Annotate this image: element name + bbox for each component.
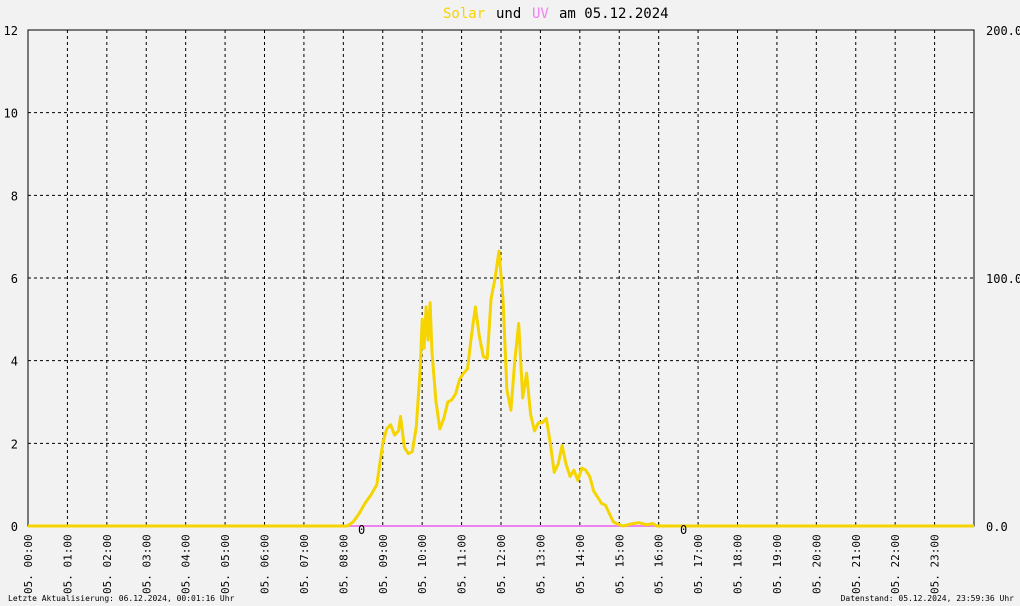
marker-0-left: 0	[358, 523, 365, 537]
x-tick-label: 05. 17:00	[692, 534, 705, 594]
x-tick-label: 05. 16:00	[653, 534, 666, 594]
x-tick-label: 05. 06:00	[259, 534, 272, 594]
x-tick-label: 05. 20:00	[810, 534, 823, 594]
y-left-tick-label: 8	[11, 189, 18, 203]
x-tick-label: 05. 11:00	[456, 534, 469, 594]
x-tick-label: 05. 21:00	[850, 534, 863, 594]
y-axis-right: 0.0 100.0 200.0	[986, 24, 1020, 534]
title-uv: UV	[532, 6, 549, 22]
footer-data-status: Datenstand: 05.12.2024, 23:59:36 Uhr	[841, 594, 1015, 603]
x-tick-label: 05. 01:00	[61, 534, 74, 594]
x-tick-label: 05. 13:00	[534, 534, 547, 594]
footer-last-update: Letzte Aktualisierung: 06.12.2024, 00:01…	[8, 594, 235, 603]
x-axis: 05. 00:00 05. 01:00 05. 02:00 05. 03:00 05. …	[22, 534, 942, 594]
x-tick-label: 05. 19:00	[771, 534, 784, 594]
x-tick-label: 05. 04:00	[180, 534, 193, 594]
title-solar: Solar	[443, 6, 485, 22]
x-tick-label: 05. 05:00	[219, 534, 232, 594]
y-right-tick-label: 100.0	[986, 272, 1020, 286]
x-tick-label: 05. 23:00	[929, 534, 942, 594]
x-tick-label: 05. 07:00	[298, 534, 311, 594]
title-date: am 05.12.2024	[559, 6, 669, 22]
x-tick-label: 05. 08:00	[337, 534, 350, 594]
x-tick-label: 05. 02:00	[101, 534, 114, 594]
x-tick-label: 05. 10:00	[416, 534, 429, 594]
x-tick-label: 05. 12:00	[495, 534, 508, 594]
x-tick-label: 05. 18:00	[732, 534, 745, 594]
y-left-tick-label: 4	[11, 355, 18, 369]
x-tick-label: 05. 09:00	[377, 534, 390, 594]
marker-0-right: 0	[680, 523, 687, 537]
y-left-tick-label: 10	[4, 107, 18, 121]
x-tick-label: 05. 00:00	[22, 534, 35, 594]
y-axis-left: 0 2 4 6 8 10 12	[4, 24, 18, 534]
y-left-tick-label: 2	[11, 437, 18, 451]
y-right-tick-label: 200.0	[986, 24, 1020, 38]
y-right-tick-label: 0.0	[986, 520, 1008, 534]
y-left-tick-label: 6	[11, 272, 18, 286]
x-tick-label: 05. 15:00	[613, 534, 626, 594]
chart-title: Solar und UV am 05.12.2024	[443, 6, 669, 22]
title-und: und	[496, 6, 521, 22]
y-left-tick-label: 0	[11, 520, 18, 534]
x-tick-label: 05. 03:00	[140, 534, 153, 594]
chart-canvas: Solar und UV am 05.12.2024 0 2 4 6 8 10 12 0.0…	[4, 6, 1020, 603]
x-tick-label: 05. 14:00	[574, 534, 587, 594]
x-tick-label: 05. 22:00	[889, 534, 902, 594]
y-left-tick-label: 12	[4, 24, 18, 38]
